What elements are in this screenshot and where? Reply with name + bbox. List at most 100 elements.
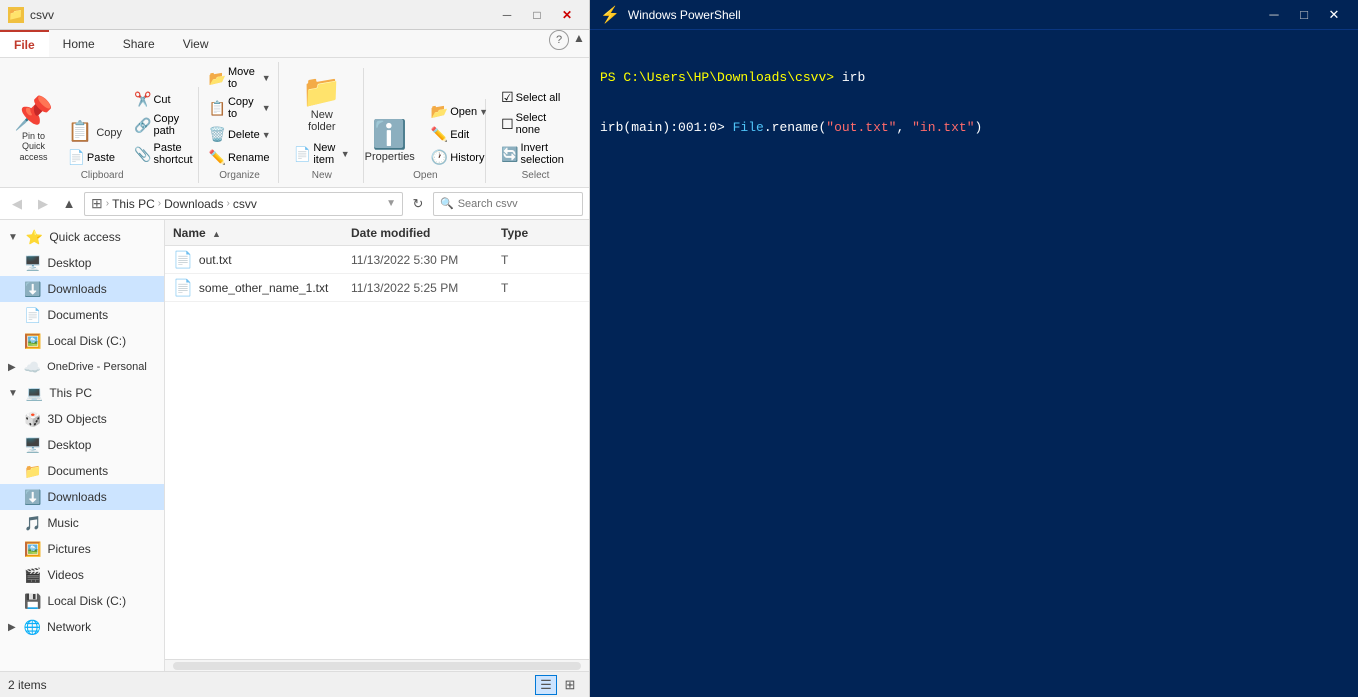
select-none-icon: ☐ xyxy=(501,116,514,133)
minimize-button[interactable]: ─ xyxy=(493,5,521,25)
delete-icon: 🗑️ xyxy=(209,126,226,143)
maximize-button[interactable]: □ xyxy=(523,5,551,25)
empty-space xyxy=(165,302,589,659)
ps-rename-dot: .rename( xyxy=(764,120,826,135)
network-expand: ▶ xyxy=(8,622,16,633)
explorer-title: csvv xyxy=(30,8,493,22)
file-explorer: 📁 csvv ─ □ ✕ File Home Share View ? ▲ xyxy=(0,0,590,697)
search-input[interactable] xyxy=(458,198,600,210)
col-name-header: Name ▲ xyxy=(173,226,351,240)
sidebar-item-documents-pc[interactable]: 📁 Documents xyxy=(0,458,164,484)
sidebar-item-downloads-pc[interactable]: ⬇️ Downloads xyxy=(0,484,164,510)
disk-label: Local Disk (C:) xyxy=(47,594,126,608)
videos-icon: 🎬 xyxy=(24,567,41,584)
copy-path-button[interactable]: 🔗 Copy path xyxy=(129,111,198,139)
new-label: New xyxy=(312,170,332,181)
sidebar-item-quick-access[interactable]: ▼ ⭐ Quick access xyxy=(0,224,164,250)
ribbon-tab-bar: File Home Share View ? ▲ xyxy=(0,30,589,58)
3d-icon: 🎲 xyxy=(24,411,41,428)
select-all-icon: ☑ xyxy=(501,89,514,106)
breadcrumb-csvv: csvv xyxy=(233,197,257,211)
music-icon: 🎵 xyxy=(24,515,41,532)
rename-button[interactable]: ✏️ Rename xyxy=(204,147,275,168)
address-path[interactable]: ⊞ › This PC › Downloads › csvv ▼ xyxy=(84,192,403,216)
this-pc-expand: ▼ xyxy=(8,388,18,399)
edit-button[interactable]: ✏️ Edit xyxy=(426,124,493,145)
delete-button[interactable]: 🗑️ Delete ▼ xyxy=(204,124,276,145)
history-button[interactable]: 🕐 History xyxy=(426,147,493,168)
sidebar-item-pictures[interactable]: 🖼️ Local Disk (C:) xyxy=(0,328,164,354)
network-icon: 🌐 xyxy=(24,619,41,636)
file-list-header: Name ▲ Date modified Type xyxy=(165,220,589,246)
ps-arg1: "out.txt" xyxy=(826,120,896,135)
powershell-window: ⚡ Windows PowerShell ─ □ ✕ PS C:\Users\H… xyxy=(590,0,1358,697)
forward-button[interactable]: ▶ xyxy=(32,193,54,215)
network-label: Network xyxy=(47,620,91,634)
up-button[interactable]: ▲ xyxy=(58,193,80,215)
sidebar: ▼ ⭐ Quick access 🖥️ Desktop ⬇️ Downloads… xyxy=(0,220,165,671)
file-row-out-txt[interactable]: 📄 out.txt 11/13/2022 5:30 PM T xyxy=(165,246,589,274)
sidebar-item-3d-objects[interactable]: 🎲 3D Objects xyxy=(0,406,164,432)
search-box[interactable]: 🔍 xyxy=(433,192,583,216)
paste-button[interactable]: 📄 Paste xyxy=(62,147,127,168)
sidebar-item-music[interactable]: 🎵 Music xyxy=(0,510,164,536)
sidebar-item-local-disk[interactable]: 💾 Local Disk (C:) xyxy=(0,588,164,614)
new-folder-label: Newfolder xyxy=(308,109,336,133)
ps-close-button[interactable]: ✕ xyxy=(1320,5,1348,25)
dl-icon: ⬇️ xyxy=(24,489,41,506)
move-icon: 📂 xyxy=(209,70,226,87)
copy-button[interactable]: 📋 Copy xyxy=(62,118,127,146)
properties-button[interactable]: ℹ️ Properties xyxy=(358,116,422,168)
sidebar-item-videos[interactable]: 🎬 Videos xyxy=(0,562,164,588)
pin-to-quick-access-button[interactable]: 📌 Pin to Quickaccess xyxy=(7,92,61,168)
ps-minimize-button[interactable]: ─ xyxy=(1260,5,1288,25)
paste-shortcut-button[interactable]: 📎 Paste shortcut xyxy=(129,140,198,168)
refresh-button[interactable]: ↻ xyxy=(407,193,429,215)
ps-path: C:\Users\HP\Downloads\csvv> xyxy=(623,70,834,85)
horizontal-scroll-area[interactable] xyxy=(165,659,589,671)
sidebar-item-onedrive[interactable]: ▶ ☁️ OneDrive - Personal xyxy=(0,354,164,380)
ribbon-body: 📌 Pin to Quickaccess 📋 Copy 📄 Paste xyxy=(0,58,589,187)
desktop2-icon: 🖥️ xyxy=(24,437,41,454)
cut-button[interactable]: ✂️ Cut xyxy=(129,89,198,110)
pin-label: Pin to Quickaccess xyxy=(14,131,54,163)
new-item-button[interactable]: 📄 New item ▼ xyxy=(289,140,355,168)
select-none-button[interactable]: ☐ Select none xyxy=(496,110,575,138)
file-row-some-other[interactable]: 📄 some_other_name_1.txt 11/13/2022 5:25 … xyxy=(165,274,589,302)
sidebar-item-this-pc[interactable]: ▼ 💻 This PC xyxy=(0,380,164,406)
move-to-button[interactable]: 📂 Move to ▼ xyxy=(204,64,276,92)
rename-icon: ✏️ xyxy=(209,149,226,166)
copy-to-button[interactable]: 📋 Copy to ▼ xyxy=(204,94,276,122)
ps-console-output[interactable]: PS C:\Users\HP\Downloads\csvv> irb irb(m… xyxy=(590,30,1358,697)
back-button[interactable]: ◀ xyxy=(6,193,28,215)
breadcrumb-downloads: Downloads xyxy=(164,197,223,211)
col-date-header: Date modified xyxy=(351,226,501,240)
sidebar-item-desktop[interactable]: 🖥️ Desktop xyxy=(0,250,164,276)
star-icon: ⭐ xyxy=(26,229,43,246)
new-folder-button[interactable]: 📁 Newfolder xyxy=(295,70,349,138)
tab-share[interactable]: Share xyxy=(109,30,169,57)
sidebar-item-desktop-pc[interactable]: 🖥️ Desktop xyxy=(0,432,164,458)
collapse-ribbon-button[interactable]: ▲ xyxy=(569,30,589,46)
large-icons-view-button[interactable]: ⊞ xyxy=(559,675,581,695)
tab-file[interactable]: File xyxy=(0,30,49,57)
details-view-button[interactable]: ☰ xyxy=(535,675,557,695)
open-button[interactable]: 📂 Open ▼ xyxy=(426,101,493,122)
ribbon: File Home Share View ? ▲ 📌 Pin to Quic xyxy=(0,30,589,188)
explorer-title-bar: 📁 csvv ─ □ ✕ xyxy=(0,0,589,30)
tab-view[interactable]: View xyxy=(169,30,223,57)
sidebar-item-documents[interactable]: 📄 Documents xyxy=(0,302,164,328)
cloud-icon: ☁️ xyxy=(24,359,41,376)
sidebar-item-network[interactable]: ▶ 🌐 Network xyxy=(0,614,164,640)
tab-home[interactable]: Home xyxy=(49,30,109,57)
sidebar-item-downloads[interactable]: ⬇️ Downloads xyxy=(0,276,164,302)
sidebar-item-pictures-pc[interactable]: 🖼️ Pictures xyxy=(0,536,164,562)
ps-line-1: PS C:\Users\HP\Downloads\csvv> irb xyxy=(600,68,1348,88)
help-button[interactable]: ? xyxy=(549,30,569,50)
ps-maximize-button[interactable]: □ xyxy=(1290,5,1318,25)
pics-label: Pictures xyxy=(47,542,90,556)
ribbon-group-clipboard: 📌 Pin to Quickaccess 📋 Copy 📄 Paste xyxy=(6,87,199,183)
close-button[interactable]: ✕ xyxy=(553,5,581,25)
select-all-button[interactable]: ☑ Select all xyxy=(496,87,575,108)
invert-selection-button[interactable]: 🔄 Invert selection xyxy=(496,140,575,168)
